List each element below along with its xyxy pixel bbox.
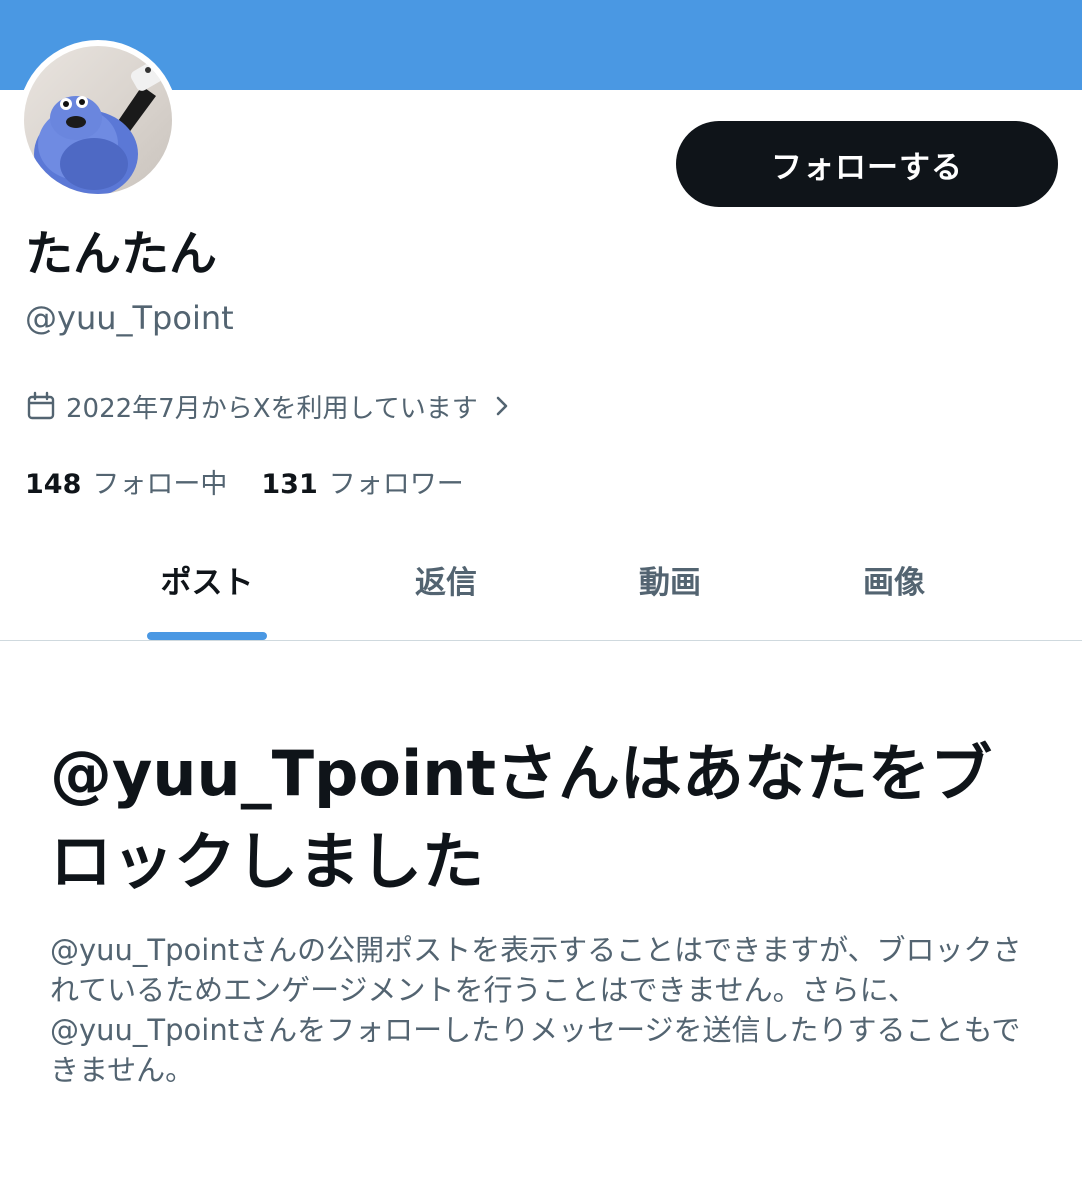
avatar[interactable] (18, 40, 178, 200)
joined-date[interactable]: 2022年7月からXを利用しています (25, 386, 512, 426)
tab-posts[interactable]: ポスト (147, 558, 267, 608)
following-stat[interactable]: 148 フォロー中 (25, 465, 227, 505)
block-notice-description: @yuu_Tpointさんの公開ポストを表示することはできますが、ブロックされて… (50, 933, 1022, 1087)
joined-text: 2022年7月からXを利用しています (66, 393, 478, 424)
active-tab-indicator (147, 632, 267, 640)
followers-count: 131 (261, 469, 318, 500)
follow-button[interactable]: フォローする (676, 121, 1058, 207)
tab-videos[interactable]: 動画 (610, 558, 730, 608)
avatar-image (24, 46, 172, 194)
tab-images[interactable]: 画像 (834, 558, 954, 608)
followers-stat[interactable]: 131 フォロワー (261, 465, 463, 505)
followers-label: フォロワー (328, 469, 464, 500)
chevron-right-icon (496, 396, 508, 416)
profile-handle: @yuu_Tpoint (25, 299, 234, 337)
profile-stats: 148 フォロー中 131 フォロワー (25, 465, 464, 505)
calendar-icon (27, 391, 55, 420)
following-count: 148 (25, 469, 82, 500)
profile-tabs: ポスト 返信 動画 画像 (0, 540, 1082, 641)
block-notice-title: @yuu_Tpointさんはあなたをブロックしました (50, 737, 992, 898)
display-name: たんたん (25, 226, 218, 282)
following-label: フォロー中 (92, 469, 228, 500)
tab-replies[interactable]: 返信 (386, 558, 506, 608)
